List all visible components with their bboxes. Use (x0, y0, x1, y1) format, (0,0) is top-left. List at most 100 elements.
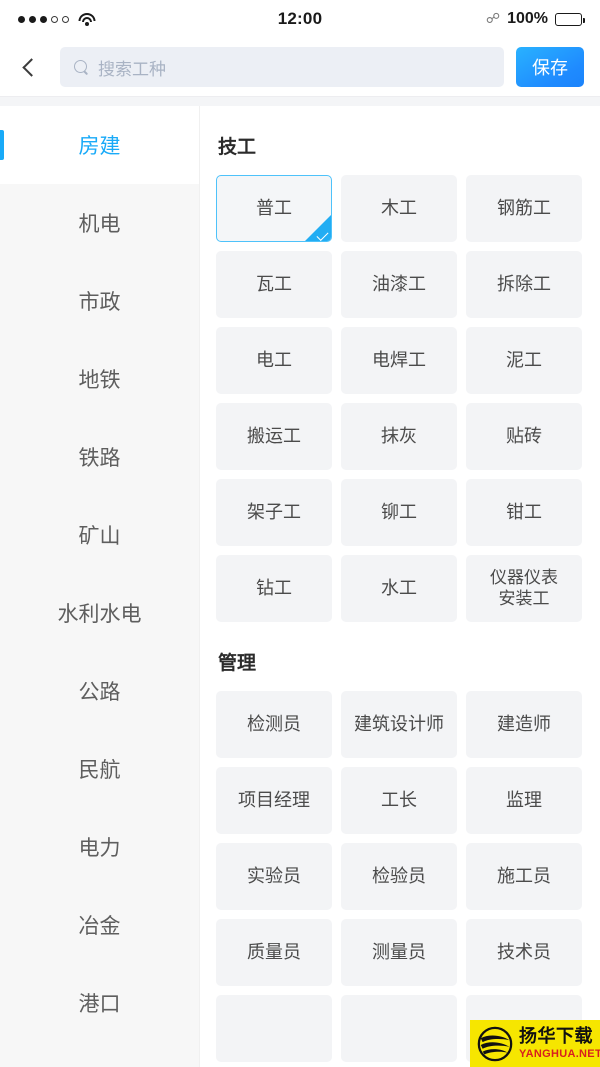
status-bar-right: ☍ 100% (485, 10, 585, 28)
sidebar-item-8[interactable]: 民航 (0, 730, 199, 808)
worktype-tile[interactable]: 木工 (341, 175, 457, 242)
worktype-tile[interactable]: 检验员 (341, 843, 457, 910)
back-button[interactable] (14, 47, 48, 87)
worktype-tile-label: 电工 (256, 349, 292, 370)
worktype-tile[interactable]: 泥工 (466, 327, 582, 394)
battery-percent-label: 100% (507, 10, 548, 27)
worktype-tile[interactable]: 实验员 (216, 843, 332, 910)
worktype-tile-label: 油漆工 (372, 273, 426, 294)
worktype-tile-placeholder[interactable] (341, 995, 457, 1062)
sidebar-item-label: 冶金 (78, 915, 121, 938)
search-icon (74, 59, 89, 75)
worktype-tile-label: 钳工 (506, 501, 542, 522)
worktype-tile[interactable]: 油漆工 (341, 251, 457, 318)
worktype-tile[interactable]: 搬运工 (216, 403, 332, 470)
worktype-grid: 普工 木工 钢筋工瓦工 油漆工 拆除工电工 电焊工 泥工搬运工 抹灰 贴砖架子工 铆工 钳工钻工 水工… (216, 175, 582, 622)
app-root: 12:00 ☍ 100% 搜索工种 保存 房建机电市政地铁 铁路 矿山水利水电公路民… (0, 0, 600, 1067)
category-sidebar[interactable]: 房建机电市政地铁 铁路 矿山水利水电公路民航电力冶金港口 (0, 106, 200, 1067)
sidebar-item-label: 公路 (78, 681, 121, 704)
worktype-tile[interactable]: 水工 (341, 555, 457, 622)
worktype-tile-label: 电焊工 (372, 349, 426, 370)
wifi-icon (78, 12, 95, 26)
worktype-tile[interactable]: 建造师 (466, 691, 582, 758)
worktype-grid: 检测员 建筑设计师 建造师项目经理 工长 监理实验员 检验员 施工员质量员 测量员 技术员 (216, 691, 582, 1062)
save-button[interactable]: 保存 (516, 47, 584, 87)
worktype-tile[interactable]: 拆除工 (466, 251, 582, 318)
section-title: 管理 (218, 653, 257, 674)
sidebar-item-label: 民航 (78, 759, 121, 782)
worktype-tile[interactable]: 钳工 (466, 479, 582, 546)
sidebar-item-6[interactable]: 水利水电 (0, 574, 199, 652)
worktype-tile[interactable]: 瓦工 (216, 251, 332, 318)
worktype-tile-label: 贴砖 (506, 425, 542, 446)
worktype-tile[interactable]: 钢筋工 (466, 175, 582, 242)
worktype-tile[interactable]: 贴砖 (466, 403, 582, 470)
sidebar-item-11[interactable]: 港口 (0, 964, 199, 1042)
worktype-tile[interactable]: 测量员 (341, 919, 457, 986)
worktype-tile[interactable]: 技术员 (466, 919, 582, 986)
worktype-tile[interactable]: 项目经理 (216, 767, 332, 834)
worktype-tile-label: 泥工 (506, 349, 542, 370)
worktype-tile-label: 搬运工 (247, 425, 301, 446)
worktype-tile-label: 钻工 (256, 577, 292, 598)
search-placeholder: 搜索工种 (98, 59, 166, 79)
sidebar-item-4[interactable]: 铁路 (0, 418, 199, 496)
worktype-tile-label: 普工 (256, 197, 292, 218)
worktype-tile[interactable]: 电工 (216, 327, 332, 394)
worktype-tile[interactable]: 钻工 (216, 555, 332, 622)
sidebar-item-2[interactable]: 市政 (0, 262, 199, 340)
worktype-tile[interactable]: 质量员 (216, 919, 332, 986)
worktype-tile-label: 水工 (381, 577, 417, 598)
worktype-tile[interactable]: 电焊工 (341, 327, 457, 394)
worktype-tile-label: 工长 (381, 789, 417, 810)
sidebar-item-label: 市政 (78, 291, 121, 314)
section-title: 技工 (218, 137, 257, 158)
worktype-tile[interactable]: 铆工 (341, 479, 457, 546)
body-split: 房建机电市政地铁 铁路 矿山水利水电公路民航电力冶金港口 技工普工 木工 钢筋工瓦工 油漆… (0, 106, 600, 1067)
watermark-text: 扬华下载 YANGHUA.NET (519, 1025, 600, 1060)
worktype-tile-label: 铆工 (381, 501, 417, 522)
worktype-tile[interactable]: 普工 (216, 175, 332, 242)
worktype-tile[interactable]: 抹灰 (341, 403, 457, 470)
worktype-tile-label: 施工员 (497, 865, 551, 886)
sidebar-item-9[interactable]: 电力 (0, 808, 199, 886)
search-input[interactable]: 搜索工种 (60, 47, 504, 87)
watermark-en: YANGHUA.NET (519, 1047, 600, 1060)
worktype-tile-label: 测量员 (372, 941, 426, 962)
status-bar-left (18, 12, 95, 26)
worktype-tile-placeholder[interactable] (216, 995, 332, 1062)
status-bar: 12:00 ☍ 100% (0, 0, 600, 38)
chevron-left-icon (21, 57, 41, 77)
watermark-cn: 扬华下载 (519, 1025, 593, 1047)
sidebar-item-10[interactable]: 冶金 (0, 886, 199, 964)
worktype-tile[interactable]: 建筑设计师 (341, 691, 457, 758)
battery-full-icon (555, 12, 585, 26)
site-watermark: 扬华下载 YANGHUA.NET (470, 1020, 600, 1067)
sidebar-item-5[interactable]: 矿山 (0, 496, 199, 574)
worktype-tile-label: 抹灰 (381, 425, 417, 446)
worktype-tile-label: 架子工 (247, 501, 301, 522)
bluetooth-icon: ☍ (485, 10, 501, 26)
sidebar-item-label: 电力 (78, 837, 121, 860)
worktype-tile-label: 实验员 (247, 865, 301, 886)
sidebar-item-1[interactable]: 机电 (0, 184, 199, 262)
status-bar-clock: 12:00 (277, 9, 323, 28)
sidebar-item-label: 港口 (78, 993, 121, 1016)
worktype-tile[interactable]: 施工员 (466, 843, 582, 910)
sidebar-item-label: 机电 (78, 213, 121, 236)
signal-strength-icon (18, 15, 69, 23)
sidebar-item-7[interactable]: 公路 (0, 652, 199, 730)
worktype-tile[interactable]: 监理 (466, 767, 582, 834)
worktype-tile-label: 检验员 (372, 865, 426, 886)
sidebar-item-3[interactable]: 地铁 (0, 340, 199, 418)
worktype-tile-label: 监理 (506, 789, 542, 810)
sidebar-item-0[interactable]: 房建 (0, 106, 199, 184)
worktype-tile-label: 钢筋工 (497, 197, 551, 218)
worktype-tile[interactable]: 检测员 (216, 691, 332, 758)
worktype-tile[interactable]: 工长 (341, 767, 457, 834)
sidebar-item-label: 水利水电 (57, 603, 142, 626)
worktype-tile[interactable]: 架子工 (216, 479, 332, 546)
worktype-tile-label: 拆除工 (497, 273, 551, 294)
worktype-tile[interactable]: 仪器仪表 安装工 (466, 555, 582, 622)
worktype-tile-label: 质量员 (247, 941, 301, 962)
